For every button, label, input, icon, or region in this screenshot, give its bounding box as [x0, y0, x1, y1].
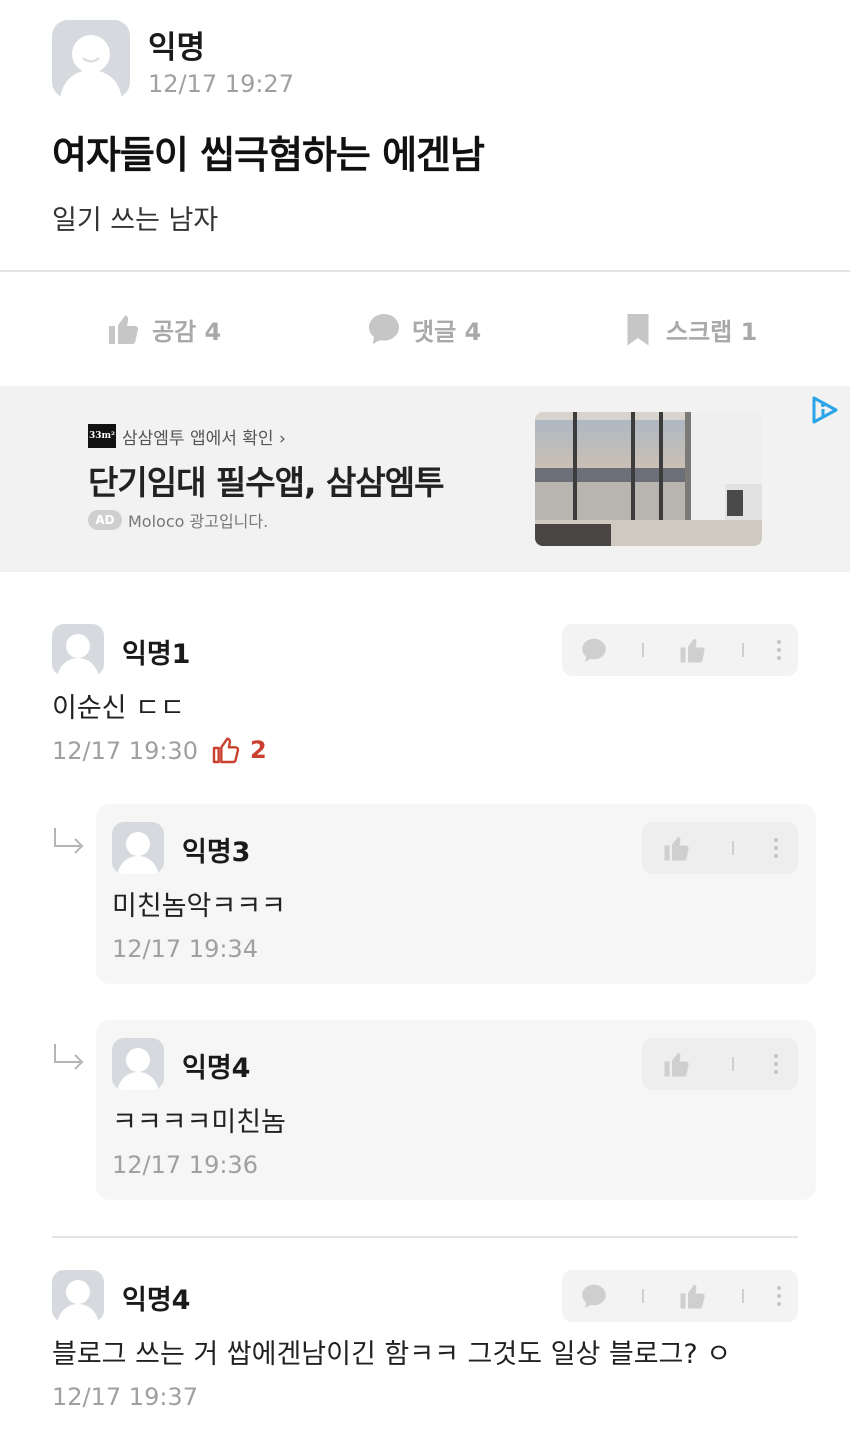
comment-tools [642, 1038, 798, 1090]
comment-time: 12/17 19:30 [52, 737, 198, 765]
tool-separator [732, 841, 734, 855]
avatar [52, 1270, 104, 1322]
reply-arrow-icon [52, 1042, 86, 1072]
comment-text: 미친놈악ㅋㅋㅋ [112, 891, 286, 922]
comment-divider [52, 1236, 798, 1238]
avatar [112, 822, 164, 874]
comment-tools [642, 822, 798, 874]
thumbs-up-icon[interactable] [662, 833, 692, 863]
comment-tools [562, 624, 798, 676]
comment-label: 댓글 4 [412, 317, 482, 346]
comment-time: 12/17 19:37 [52, 1383, 198, 1411]
tool-separator [642, 1289, 645, 1303]
tool-separator [741, 643, 744, 657]
like-count: 2 [250, 736, 267, 764]
comment-time: 12/17 19:34 [112, 935, 258, 963]
tool-separator [741, 1289, 744, 1303]
comment-like-count: 2 [210, 734, 267, 766]
scrap-button[interactable]: 스크랩 1 [620, 306, 757, 352]
thumbs-up-icon[interactable] [678, 1281, 708, 1311]
comment-tools [562, 1270, 798, 1322]
thumbs-up-icon [212, 737, 240, 764]
comment-author: 익명3 [182, 837, 251, 868]
tool-separator [642, 643, 645, 657]
ad-meta: Moloco 광고입니다. [128, 512, 269, 531]
comment-author: 익명1 [122, 639, 191, 670]
post-time: 12/17 19:27 [148, 70, 294, 98]
avatar [52, 624, 104, 676]
more-dots-icon[interactable] [774, 1054, 778, 1074]
ad-choices-icon[interactable] [808, 394, 842, 426]
post-title: 여자들이 씹극혐하는 에겐남 [52, 133, 485, 177]
comment-text: ㅋㅋㅋㅋ미친놈 [112, 1107, 286, 1138]
speech-bubble-icon [369, 314, 399, 344]
avatar [112, 1038, 164, 1090]
reply-arrow-icon [52, 826, 86, 856]
post-author-avatar [52, 20, 130, 98]
post-divider [0, 270, 850, 272]
comment-text: 이순신 ㄷㄷ [52, 693, 185, 724]
like-button[interactable]: 공감 4 [106, 306, 221, 352]
ad-brand-logo: 33m² [88, 424, 116, 448]
reply-icon[interactable] [579, 635, 609, 665]
ad-brand-link[interactable]: 삼삼엠투 앱에서 확인 › [122, 424, 286, 449]
post-author: 익명 [148, 30, 206, 66]
comment-author: 익명4 [122, 1285, 191, 1316]
thumbs-up-icon[interactable] [662, 1049, 692, 1079]
comment-author: 익명4 [182, 1053, 251, 1084]
more-dots-icon[interactable] [774, 838, 778, 858]
post-body: 일기 쓰는 남자 [52, 205, 219, 236]
bookmark-icon [627, 314, 649, 346]
scrap-label: 스크랩 1 [666, 317, 758, 346]
ad-badge: AD [88, 510, 122, 530]
comment-time: 12/17 19:36 [112, 1151, 258, 1179]
like-label: 공감 4 [152, 317, 222, 346]
ad-image[interactable] [535, 412, 762, 546]
comment-text: 블로그 쓰는 거 쌉에겐남이긴 함ㅋㅋ 그것도 일상 블로그? ㅇ [52, 1339, 732, 1370]
more-dots-icon[interactable] [777, 1286, 782, 1306]
more-dots-icon[interactable] [777, 640, 782, 660]
comment-button[interactable]: 댓글 4 [366, 306, 481, 352]
ad-title[interactable]: 단기임대 필수앱, 삼삼엠투 [88, 456, 444, 504]
thumbs-up-icon [109, 315, 139, 344]
reply-icon[interactable] [579, 1281, 609, 1311]
thumbs-up-icon[interactable] [678, 635, 708, 665]
tool-separator [732, 1057, 734, 1071]
